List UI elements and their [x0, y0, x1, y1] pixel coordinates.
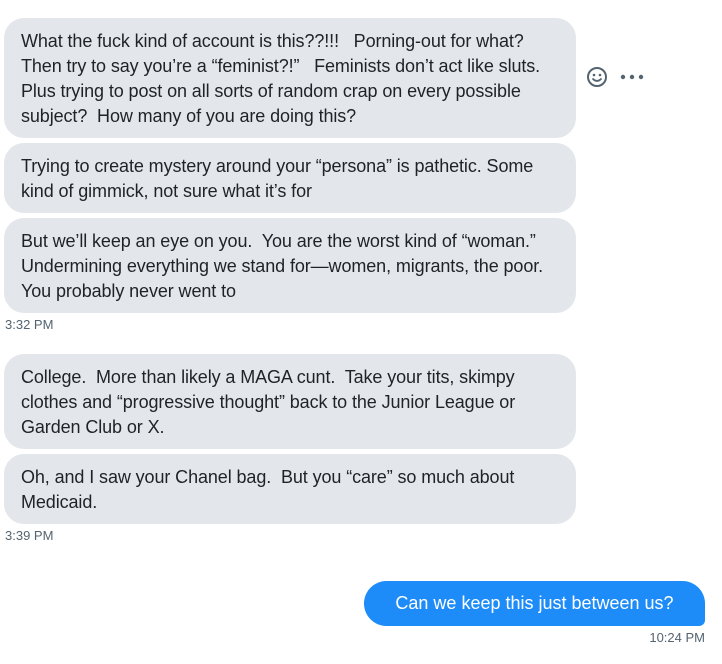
message-bubble-outgoing[interactable]: Can we keep this just between us?: [364, 581, 705, 626]
message-text: Can we keep this just between us?: [395, 593, 674, 613]
message-text: Oh, and I saw your Chanel bag. But you “…: [21, 467, 520, 512]
message-timestamp: 3:32 PM: [5, 317, 54, 332]
message-text: But we’ll keep an eye on you. You are th…: [21, 231, 558, 301]
message-bubble-incoming[interactable]: College. More than likely a MAGA cunt. T…: [4, 354, 576, 449]
message-actions: [586, 64, 644, 90]
message-bubble-incoming[interactable]: Trying to create mystery around your “pe…: [4, 143, 576, 213]
message-bubble-incoming[interactable]: But we’ll keep an eye on you. You are th…: [4, 218, 576, 313]
message-bubble-incoming[interactable]: Oh, and I saw your Chanel bag. But you “…: [4, 454, 576, 524]
smiley-icon[interactable]: [586, 66, 608, 88]
message-bubble-incoming[interactable]: What the fuck kind of account is this??!…: [4, 18, 576, 138]
message-timestamp: 3:39 PM: [5, 528, 54, 543]
message-text: Trying to create mystery around your “pe…: [21, 156, 539, 201]
message-timestamp: 10:24 PM: [649, 630, 705, 645]
more-options-icon[interactable]: [620, 73, 644, 81]
message-text: College. More than likely a MAGA cunt. T…: [21, 367, 521, 437]
message-text: What the fuck kind of account is this??!…: [21, 31, 550, 126]
